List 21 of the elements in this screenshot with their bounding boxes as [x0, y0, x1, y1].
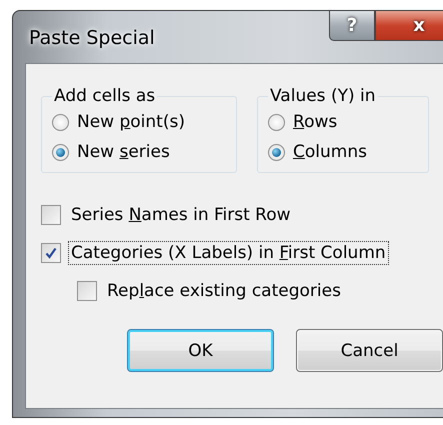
radio-button[interactable] [268, 114, 285, 130]
group-title: Add cells as [53, 86, 156, 106]
checkbox[interactable] [41, 205, 61, 225]
group-title: Values (Y) in [269, 86, 376, 106]
close-button[interactable]: x [375, 11, 443, 41]
radio-label[interactable]: New point(s) [77, 112, 185, 132]
checkbox-label[interactable]: Series Names in First Row [68, 203, 294, 227]
checkbox[interactable] [41, 243, 61, 263]
radio-button[interactable] [52, 114, 69, 130]
checkbox[interactable] [77, 281, 97, 301]
window-title: Paste Special [29, 27, 155, 49]
radio-label[interactable]: New series [77, 142, 170, 162]
check-mark-icon [45, 247, 57, 259]
radio-button[interactable] [268, 144, 285, 160]
radio-label[interactable]: Columns [293, 142, 367, 162]
checkbox-label[interactable]: Categories (X Labels) in First Column [68, 241, 389, 265]
ok-button[interactable]: OK [127, 329, 274, 372]
radio-label[interactable]: Rows [293, 112, 338, 132]
checkbox-label[interactable]: Replace existing categories [104, 279, 344, 303]
radio-button[interactable] [52, 144, 69, 160]
cancel-button[interactable]: Cancel [296, 329, 443, 372]
